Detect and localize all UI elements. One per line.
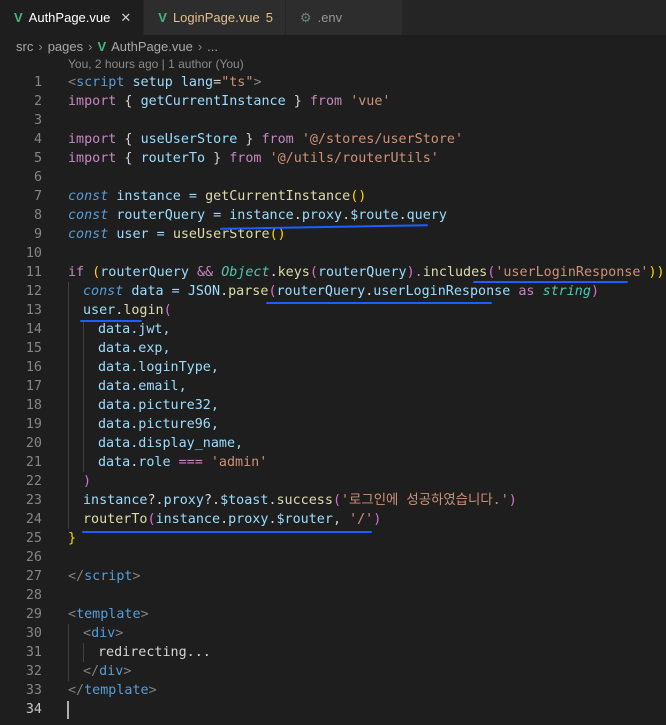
annotation-underline	[473, 281, 628, 283]
line-number: 7	[33, 189, 42, 204]
code-line: 24 routerTo(instance.proxy.$router, '/')	[0, 510, 666, 529]
problems-badge: 5	[265, 10, 273, 25]
chevron-right-icon: ›	[38, 38, 43, 54]
chevron-right-icon: ›	[88, 38, 93, 54]
code-line: 23 instance?.proxy?.$toast.success('로그인에 …	[0, 491, 666, 510]
tab-label: AuthPage.vue	[28, 10, 111, 25]
code-line: 26	[0, 548, 666, 567]
code-line: 17 data.email,	[0, 377, 666, 396]
line-number: 17	[25, 379, 42, 394]
line-number: 29	[25, 607, 42, 622]
breadcrumb: src › pages › V AuthPage.vue › ...	[0, 35, 666, 57]
code-line: 10	[0, 244, 666, 263]
line-number: 8	[33, 208, 42, 223]
code-line: 27 </script>	[0, 567, 666, 586]
code-line: 7 const instance = getCurrentInstance()	[0, 187, 666, 206]
line-number: 25	[25, 531, 42, 546]
line-number: 2	[33, 94, 42, 109]
tab-env[interactable]: ⚙ .env	[285, 0, 404, 35]
code-line: 33 </template>	[0, 681, 666, 700]
code-line: 4 import { useUserStore } from '@/stores/…	[0, 130, 666, 149]
tab-label: .env	[317, 10, 343, 25]
line-number: 33	[25, 683, 42, 698]
code-line: 16 data.loginType,	[0, 358, 666, 377]
breadcrumb-more[interactable]: ...	[207, 39, 218, 54]
code-line: 21 data.role === 'admin'	[0, 453, 666, 472]
code-line: 31 redirecting...	[0, 643, 666, 662]
code-line: 32 </div>	[0, 662, 666, 681]
vue-logo-icon: V	[158, 10, 167, 25]
line-number: 4	[33, 132, 42, 147]
code-line: 15 data.exp,	[0, 339, 666, 358]
line-number: 9	[33, 227, 42, 242]
line-number: 28	[25, 588, 42, 603]
line-number: 6	[33, 170, 42, 185]
line-number: 34	[25, 702, 42, 717]
code-line: 20 data.display_name,	[0, 434, 666, 453]
code-line: 5 import { routerTo } from '@/utils/route…	[0, 149, 666, 168]
line-number: 3	[33, 113, 42, 128]
text-cursor	[67, 701, 69, 719]
line-number: 18	[25, 398, 42, 413]
line-number: 31	[25, 645, 42, 660]
annotation-underline	[80, 320, 142, 322]
line-number: 32	[25, 664, 42, 679]
close-icon[interactable]: ✕	[120, 10, 131, 26]
chevron-right-icon: ›	[197, 38, 203, 54]
line-number: 14	[25, 322, 42, 337]
tab-bar: V AuthPage.vue ✕ V LoginPage.vue 5 ⚙ .en…	[0, 0, 666, 35]
code-line: 29 <template>	[0, 605, 666, 624]
line-number: 5	[33, 151, 42, 166]
code-line: 1 <script setup lang="ts">	[0, 73, 666, 92]
annotation-underline	[266, 302, 492, 304]
line-number: 23	[25, 493, 42, 508]
line-number: 26	[25, 550, 42, 565]
code-editor[interactable]: 1 <script setup lang="ts"> 2 import { getC…	[0, 73, 666, 719]
line-number: 12	[25, 284, 42, 299]
line-number: 16	[25, 360, 42, 375]
code-line: 28	[0, 586, 666, 605]
tab-label: LoginPage.vue	[172, 10, 260, 25]
line-number: 13	[25, 303, 42, 318]
line-number: 20	[25, 436, 42, 451]
line-number: 11	[25, 265, 42, 280]
breadcrumb-file[interactable]: AuthPage.vue	[111, 39, 193, 54]
breadcrumb-src[interactable]: src	[16, 39, 33, 54]
line-number: 24	[25, 512, 42, 527]
code-line: 30 <div>	[0, 624, 666, 643]
vue-logo-icon: V	[97, 38, 107, 54]
vue-logo-icon: V	[14, 10, 23, 25]
git-blame-annotation[interactable]: You, 2 hours ago | 1 author (You)	[68, 57, 244, 73]
code-line: 18 data.picture32,	[0, 396, 666, 415]
gear-icon: ⚙	[299, 9, 312, 25]
code-line: 9 const user = useUserStore()	[0, 225, 666, 244]
line-number: 1	[33, 75, 42, 90]
tab-loginpage[interactable]: V LoginPage.vue 5	[144, 0, 286, 35]
code-line: 34	[0, 700, 666, 719]
code-line: 11 if (routerQuery && Object.keys(routerQ…	[0, 263, 666, 282]
code-line: 22)	[0, 472, 666, 491]
tab-authpage[interactable]: V AuthPage.vue ✕	[0, 0, 145, 35]
breadcrumb-pages[interactable]: pages	[48, 39, 83, 54]
code-line: 8 const routerQuery = instance.proxy.$rou…	[0, 206, 666, 225]
code-line: 19 data.picture96,	[0, 415, 666, 434]
line-number: 10	[25, 246, 42, 261]
line-number: 27	[25, 569, 42, 584]
annotation-underline	[82, 531, 372, 533]
line-number: 21	[25, 455, 42, 470]
line-number: 22	[25, 474, 42, 489]
line-number: 15	[25, 341, 42, 356]
code-line: 3	[0, 111, 666, 130]
line-number: 30	[25, 626, 42, 641]
code-line: 6	[0, 168, 666, 187]
code-line: 12 const data = JSON.parse(routerQuery.us…	[0, 282, 666, 301]
code-line: 14 data.jwt,	[0, 320, 666, 339]
line-number: 19	[25, 417, 42, 432]
code-line: 2 import { getCurrentInstance } from 'vue…	[0, 92, 666, 111]
